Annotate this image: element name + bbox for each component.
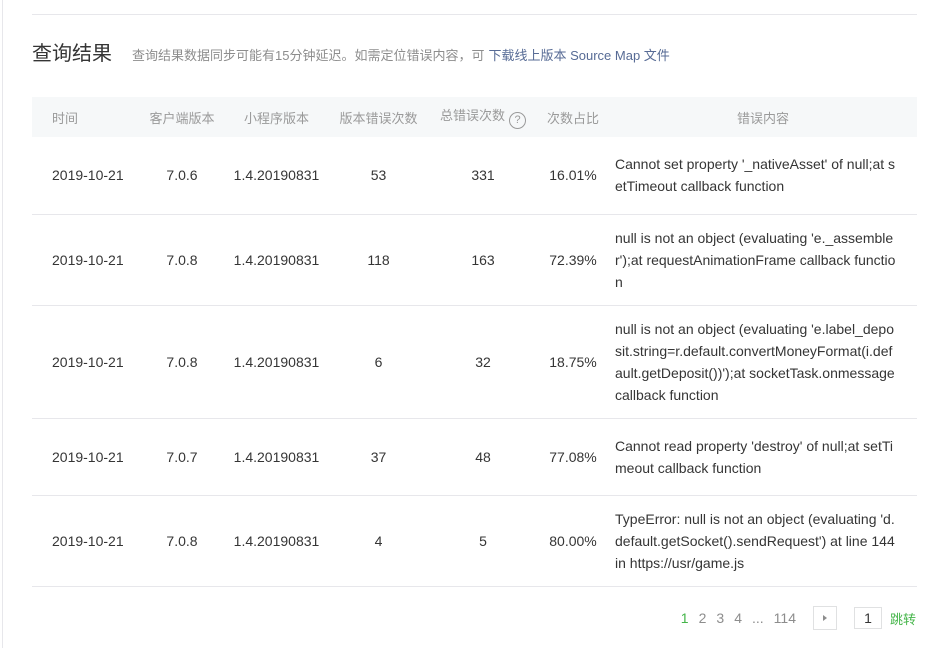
cell-app-version: 1.4.20190831 [225, 418, 328, 496]
cell-app-version: 1.4.20190831 [225, 495, 328, 587]
table-row: 2019-10-21 7.0.7 1.4.20190831 37 48 77.0… [32, 418, 917, 496]
cell-client-version: 7.0.7 [139, 418, 225, 496]
cell-version-errors: 118 [328, 214, 429, 306]
col-header-app-version: 小程序版本 [225, 97, 328, 137]
section-title: 查询结果 [32, 43, 112, 65]
cell-ratio: 80.00% [537, 495, 609, 587]
cell-error-message: Cannot read property 'destroy' of null;a… [609, 418, 917, 496]
table-header: 时间 客户端版本 小程序版本 版本错误次数 总错误次数? 次数占比 错误内容 [32, 97, 917, 137]
table-body: 2019-10-21 7.0.6 1.4.20190831 53 331 16.… [32, 137, 917, 587]
delay-note: 查询结果数据同步可能有15分钟延迟。如需定位错误内容，可 [132, 48, 485, 63]
table-row: 2019-10-21 7.0.6 1.4.20190831 53 331 16.… [32, 137, 917, 215]
col-header-client-version: 客户端版本 [139, 97, 225, 137]
error-results-table: 时间 客户端版本 小程序版本 版本错误次数 总错误次数? 次数占比 错误内容 2… [32, 97, 917, 587]
cell-ratio: 16.01% [537, 137, 609, 215]
page-link-last[interactable]: 114 [774, 610, 796, 626]
cell-ratio: 77.08% [537, 418, 609, 496]
cell-version-errors: 37 [328, 418, 429, 496]
cell-client-version: 7.0.8 [139, 214, 225, 306]
col-header-ratio: 次数占比 [537, 97, 609, 137]
col-header-date: 时间 [32, 97, 139, 137]
page-link-1[interactable]: 1 [681, 610, 689, 626]
cell-date: 2019-10-21 [32, 495, 139, 587]
table-row: 2019-10-21 7.0.8 1.4.20190831 4 5 80.00%… [32, 495, 917, 587]
col-header-total-errors-label: 总错误次数 [439, 108, 505, 123]
cell-version-errors: 6 [328, 305, 429, 419]
cell-error-message: null is not an object (evaluating 'e.lab… [609, 305, 917, 419]
cell-ratio: 18.75% [537, 305, 609, 419]
section-header: 查询结果 查询结果数据同步可能有15分钟延迟。如需定位错误内容，可 下载线上版本… [32, 36, 670, 68]
cell-client-version: 7.0.6 [139, 137, 225, 215]
page-link-2[interactable]: 2 [699, 610, 707, 626]
pagination: 1 2 3 4 ... 114 跳转 [676, 606, 916, 630]
cell-error-message: Cannot set property '_nativeAsset' of nu… [609, 137, 917, 215]
table-header-row: 时间 客户端版本 小程序版本 版本错误次数 总错误次数? 次数占比 错误内容 [32, 97, 917, 137]
page-ellipsis: ... [751, 610, 764, 626]
cell-version-errors: 4 [328, 495, 429, 587]
panel-left-border [2, 0, 3, 648]
cell-client-version: 7.0.8 [139, 495, 225, 587]
page-link-4[interactable]: 4 [734, 610, 742, 626]
cell-ratio: 72.39% [537, 214, 609, 306]
cell-client-version: 7.0.8 [139, 305, 225, 419]
cell-date: 2019-10-21 [32, 305, 139, 419]
cell-app-version: 1.4.20190831 [225, 214, 328, 306]
page-jump-input[interactable] [853, 607, 882, 629]
page-link-3[interactable]: 3 [716, 610, 724, 626]
cell-app-version: 1.4.20190831 [225, 137, 328, 215]
cell-date: 2019-10-21 [32, 418, 139, 496]
caret-right-icon [822, 615, 827, 621]
question-circle-icon[interactable]: ? [509, 112, 526, 129]
cell-total-errors: 5 [429, 495, 537, 587]
section-divider [32, 14, 917, 15]
col-header-message: 错误内容 [609, 97, 917, 137]
cell-total-errors: 32 [429, 305, 537, 419]
cell-date: 2019-10-21 [32, 137, 139, 215]
cell-error-message: TypeError: null is not an object (evalua… [609, 495, 917, 587]
col-header-total-errors: 总错误次数? [429, 97, 537, 137]
page-jump-button[interactable]: 跳转 [890, 609, 916, 628]
cell-app-version: 1.4.20190831 [225, 305, 328, 419]
cell-version-errors: 53 [328, 137, 429, 215]
table-row: 2019-10-21 7.0.8 1.4.20190831 118 163 72… [32, 214, 917, 306]
query-results-panel: 查询结果 查询结果数据同步可能有15分钟延迟。如需定位错误内容，可 下载线上版本… [0, 0, 948, 648]
download-source-map-link[interactable]: 下载线上版本 Source Map 文件 [488, 44, 669, 68]
next-page-button[interactable] [812, 606, 837, 630]
cell-total-errors: 48 [429, 418, 537, 496]
col-header-version-errors: 版本错误次数 [328, 97, 429, 137]
cell-error-message: null is not an object (evaluating 'e._as… [609, 214, 917, 306]
table-row: 2019-10-21 7.0.8 1.4.20190831 6 32 18.75… [32, 305, 917, 419]
cell-total-errors: 331 [429, 137, 537, 215]
cell-total-errors: 163 [429, 214, 537, 306]
cell-date: 2019-10-21 [32, 214, 139, 306]
